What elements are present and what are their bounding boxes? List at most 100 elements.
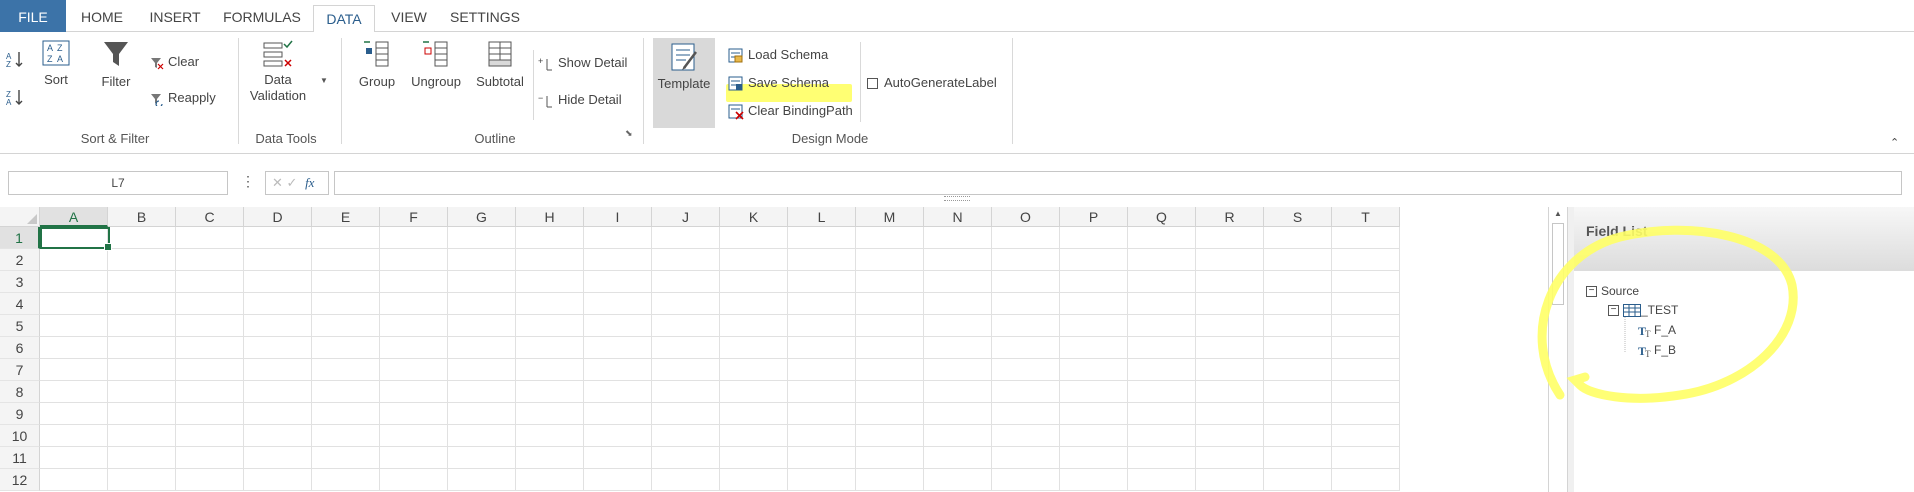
column-header[interactable]: S bbox=[1264, 207, 1332, 227]
tab-home[interactable]: HOME bbox=[74, 0, 130, 32]
grid-cell[interactable] bbox=[40, 381, 108, 403]
grid-cell[interactable] bbox=[1264, 359, 1332, 381]
grid-cell[interactable] bbox=[1128, 249, 1196, 271]
column-header[interactable]: P bbox=[1060, 207, 1128, 227]
column-header[interactable]: D bbox=[244, 207, 312, 227]
grid-cell[interactable] bbox=[856, 271, 924, 293]
clear-bindingpath-button[interactable]: Clear BindingPath bbox=[728, 100, 853, 122]
grid-cell[interactable] bbox=[448, 337, 516, 359]
sort-descending-button[interactable]: ZA bbox=[6, 88, 24, 107]
select-all-corner[interactable] bbox=[0, 207, 40, 227]
grid-cell[interactable] bbox=[992, 359, 1060, 381]
grid-cell[interactable] bbox=[1060, 469, 1128, 491]
grid-cell[interactable] bbox=[924, 447, 992, 469]
cancel-icon[interactable]: ✕ bbox=[272, 175, 283, 190]
grid-cell[interactable] bbox=[584, 403, 652, 425]
grid-cell[interactable] bbox=[1060, 403, 1128, 425]
grid-cell[interactable] bbox=[584, 359, 652, 381]
column-header[interactable]: K bbox=[720, 207, 788, 227]
filter-button[interactable]: Filter bbox=[96, 40, 136, 100]
grid-cell[interactable] bbox=[584, 227, 652, 249]
row-header[interactable]: 2 bbox=[0, 249, 40, 271]
grid-cell[interactable] bbox=[176, 227, 244, 249]
row-header[interactable]: 11 bbox=[0, 447, 40, 469]
grid-cell[interactable] bbox=[788, 227, 856, 249]
grid-cell[interactable] bbox=[584, 293, 652, 315]
grid-cell[interactable] bbox=[312, 249, 380, 271]
grid-cell[interactable] bbox=[720, 293, 788, 315]
grid-cell[interactable] bbox=[652, 315, 720, 337]
grid-cell[interactable] bbox=[516, 315, 584, 337]
row-header[interactable]: 4 bbox=[0, 293, 40, 315]
scroll-up-arrow-icon[interactable]: ▲ bbox=[1554, 209, 1562, 218]
column-header[interactable]: Q bbox=[1128, 207, 1196, 227]
hide-detail-button[interactable]: − Hide Detail bbox=[538, 89, 622, 111]
grid-cell[interactable] bbox=[788, 315, 856, 337]
show-detail-button[interactable]: + Show Detail bbox=[538, 52, 627, 74]
grid-cell[interactable] bbox=[1060, 249, 1128, 271]
grid-cell[interactable] bbox=[312, 293, 380, 315]
grid-cell[interactable] bbox=[312, 447, 380, 469]
column-header[interactable]: O bbox=[992, 207, 1060, 227]
grid-cell[interactable] bbox=[40, 359, 108, 381]
grid-cell[interactable] bbox=[448, 293, 516, 315]
grid-cell[interactable] bbox=[516, 403, 584, 425]
grid-cell[interactable] bbox=[516, 271, 584, 293]
column-header[interactable]: J bbox=[652, 207, 720, 227]
grid-cell[interactable] bbox=[856, 227, 924, 249]
column-header[interactable]: A bbox=[40, 207, 108, 227]
grid-cell[interactable] bbox=[788, 469, 856, 491]
grid-cell[interactable] bbox=[312, 315, 380, 337]
grid-cell[interactable] bbox=[652, 227, 720, 249]
grid-cell[interactable] bbox=[1264, 293, 1332, 315]
grid-cell[interactable] bbox=[1196, 425, 1264, 447]
template-button[interactable]: Template bbox=[653, 38, 715, 128]
grid-cell[interactable] bbox=[380, 271, 448, 293]
grid-cell[interactable] bbox=[244, 425, 312, 447]
grid-cell[interactable] bbox=[1128, 293, 1196, 315]
grid-cell[interactable] bbox=[108, 425, 176, 447]
group-button[interactable]: Group bbox=[354, 40, 400, 100]
reapply-filter-button[interactable]: Reapply bbox=[150, 87, 216, 109]
grid-cell[interactable] bbox=[1196, 337, 1264, 359]
column-header[interactable]: I bbox=[584, 207, 652, 227]
grid-cell[interactable] bbox=[584, 271, 652, 293]
grid-cell[interactable] bbox=[856, 293, 924, 315]
grid-cell[interactable] bbox=[1196, 315, 1264, 337]
row-header[interactable]: 12 bbox=[0, 469, 40, 491]
grid-cell[interactable] bbox=[584, 469, 652, 491]
grid-cell[interactable] bbox=[720, 337, 788, 359]
grid-cell[interactable] bbox=[176, 447, 244, 469]
grid-cell[interactable] bbox=[1264, 315, 1332, 337]
column-header[interactable]: T bbox=[1332, 207, 1400, 227]
tree-node-field[interactable]: T T F_B bbox=[1638, 342, 1676, 359]
column-header[interactable]: G bbox=[448, 207, 516, 227]
grid-cell[interactable] bbox=[652, 337, 720, 359]
grid-cell[interactable] bbox=[312, 403, 380, 425]
grid-cell[interactable] bbox=[652, 403, 720, 425]
grid-cell[interactable] bbox=[176, 315, 244, 337]
grid-cell[interactable] bbox=[448, 249, 516, 271]
grid-cell[interactable] bbox=[652, 249, 720, 271]
grid-cell[interactable] bbox=[720, 271, 788, 293]
grid-cell[interactable] bbox=[516, 359, 584, 381]
grid-cell[interactable] bbox=[40, 271, 108, 293]
tree-node-source[interactable]: − Source bbox=[1586, 283, 1639, 299]
row-header[interactable]: 5 bbox=[0, 315, 40, 337]
grid-cell[interactable] bbox=[992, 249, 1060, 271]
grid-cell[interactable] bbox=[176, 425, 244, 447]
grid-cell[interactable] bbox=[40, 403, 108, 425]
grid-cell[interactable] bbox=[448, 381, 516, 403]
grid-cell[interactable] bbox=[1332, 271, 1400, 293]
grid-cell[interactable] bbox=[992, 403, 1060, 425]
grid-cell[interactable] bbox=[1196, 469, 1264, 491]
grid-cell[interactable] bbox=[992, 469, 1060, 491]
grid-cell[interactable] bbox=[1060, 271, 1128, 293]
grid-cell[interactable] bbox=[380, 425, 448, 447]
grid-cell[interactable] bbox=[1128, 469, 1196, 491]
grid-cell[interactable] bbox=[856, 447, 924, 469]
grid-cell[interactable] bbox=[720, 403, 788, 425]
grid-cell[interactable] bbox=[788, 271, 856, 293]
auto-generate-label-checkbox[interactable]: AutoGenerateLabel bbox=[867, 72, 997, 94]
grid-cell[interactable] bbox=[1264, 403, 1332, 425]
